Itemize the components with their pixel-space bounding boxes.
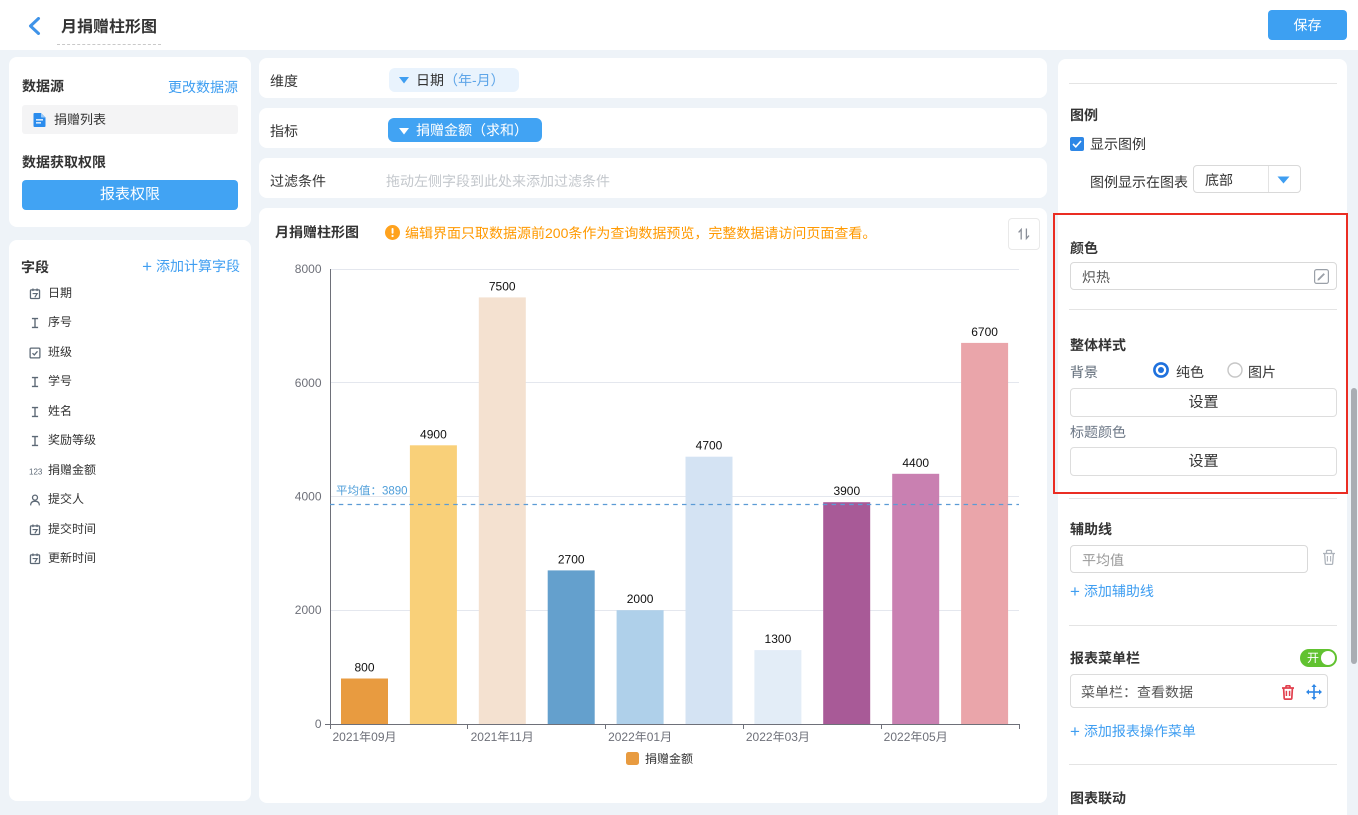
svg-text:0: 0 bbox=[315, 717, 322, 731]
svg-text:捐赠金额: 捐赠金额 bbox=[645, 752, 693, 766]
svg-text:8000: 8000 bbox=[295, 262, 322, 276]
svg-text:7500: 7500 bbox=[489, 279, 516, 293]
svg-text:2000: 2000 bbox=[295, 603, 322, 617]
svg-text:2022年03月: 2022年03月 bbox=[746, 730, 810, 744]
svg-text:平均值：3890: 平均值：3890 bbox=[336, 484, 408, 497]
svg-text:4900: 4900 bbox=[420, 427, 447, 441]
svg-text:2022年05月: 2022年05月 bbox=[884, 730, 948, 744]
svg-text:3900: 3900 bbox=[833, 484, 860, 498]
svg-text:6700: 6700 bbox=[971, 325, 998, 339]
svg-text:2022年01月: 2022年01月 bbox=[608, 730, 672, 744]
svg-text:1300: 1300 bbox=[765, 632, 792, 646]
svg-text:4000: 4000 bbox=[295, 490, 322, 504]
svg-text:4400: 4400 bbox=[902, 456, 929, 470]
svg-text:2000: 2000 bbox=[627, 592, 654, 606]
svg-text:2021年09月: 2021年09月 bbox=[332, 730, 396, 744]
svg-text:2021年11月: 2021年11月 bbox=[471, 730, 534, 744]
svg-text:2700: 2700 bbox=[558, 552, 585, 566]
svg-text:6000: 6000 bbox=[295, 376, 322, 390]
svg-text:4700: 4700 bbox=[696, 439, 723, 453]
svg-text:800: 800 bbox=[354, 661, 374, 675]
svg-text:123: 123 bbox=[29, 467, 43, 476]
